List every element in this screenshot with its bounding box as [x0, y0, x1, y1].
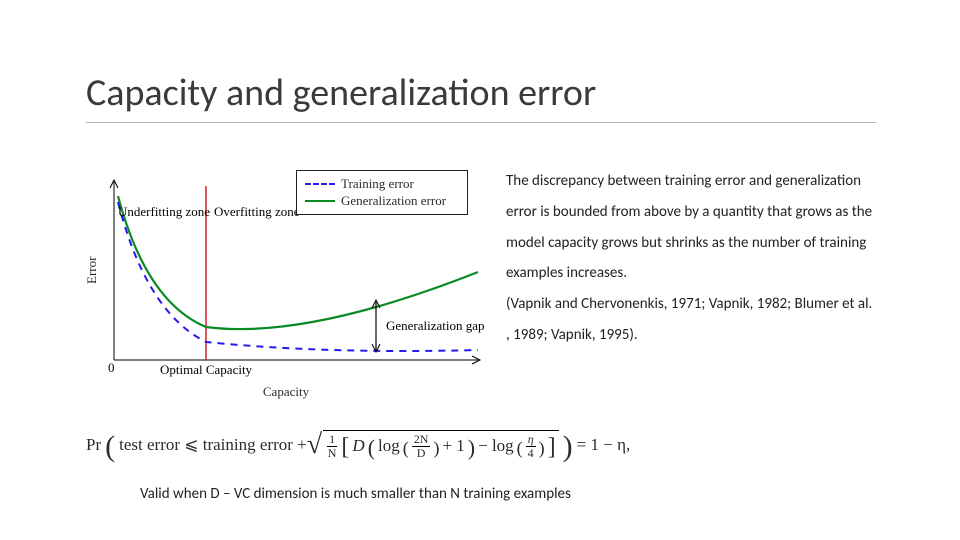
origin-label: 0	[108, 360, 115, 375]
description-text: The discrepancy between training error a…	[506, 166, 876, 289]
overfitting-zone-label: Overfitting zone	[214, 204, 300, 219]
legend-label-generalization: Generalization error	[341, 193, 446, 209]
legend-swatch-training	[305, 183, 335, 185]
x-axis-label: Capacity	[263, 384, 309, 400]
underfitting-zone-label: Underfitting zone	[118, 204, 210, 219]
legend-label-training: Training error	[341, 176, 414, 192]
generalization-gap-label: Generalization gap	[386, 318, 485, 333]
optimal-capacity-label: Optimal Capacity	[160, 362, 253, 377]
vc-bound-formula: Pr ( test error ⩽ training error + √ 1N …	[86, 430, 876, 459]
legend-swatch-generalization	[305, 200, 335, 202]
slide-title: Capacity and generalization error	[86, 70, 876, 123]
formula-caption: Valid when D – VC dimension is much smal…	[140, 485, 571, 503]
citations-text: (Vapnik and Chervonenkis, 1971; Vapnik, …	[506, 289, 876, 351]
capacity-error-chart: Error Generalization gap Underfitting zo…	[86, 166, 486, 398]
y-axis-label: Error	[84, 256, 100, 283]
chart-legend: Training error Generalization error	[296, 170, 468, 215]
description-column: The discrepancy between training error a…	[506, 166, 876, 398]
formula-row: Pr ( test error ⩽ training error + √ 1N …	[86, 430, 876, 459]
content-row: Error Generalization gap Underfitting zo…	[86, 166, 876, 398]
